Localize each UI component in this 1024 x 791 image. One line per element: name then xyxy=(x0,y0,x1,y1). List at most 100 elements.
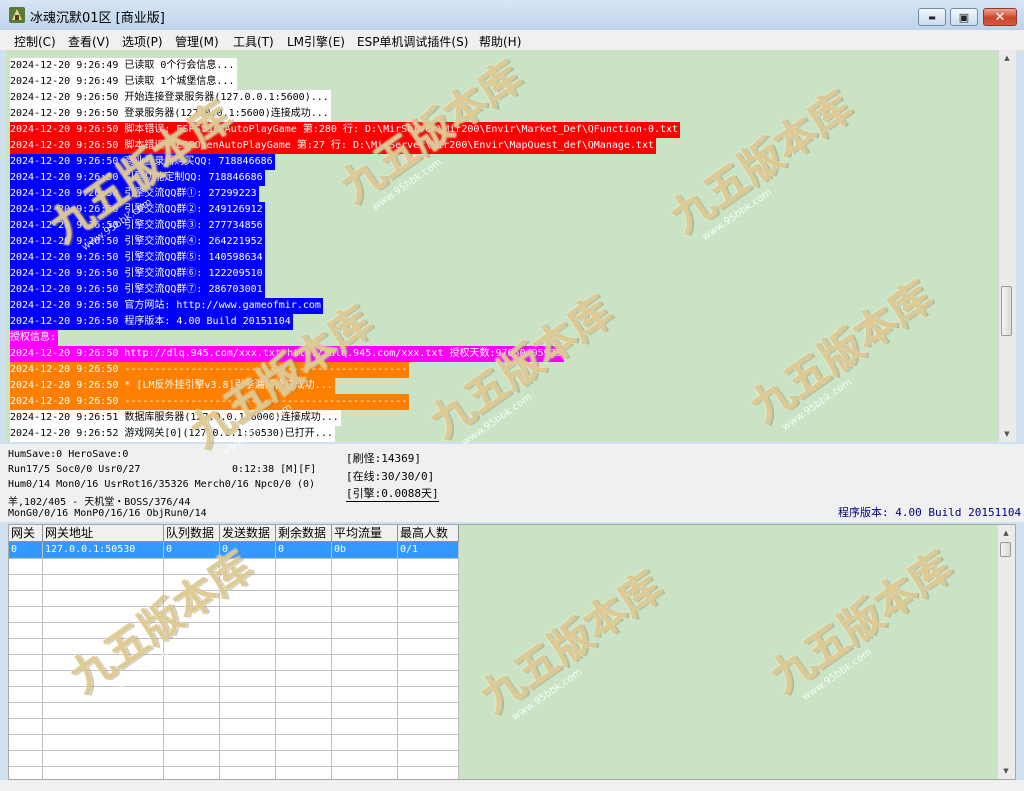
hum-stats: Hum0/14 Mon0/16 UsrRot16/35326 Merch0/16… xyxy=(8,479,316,490)
status-area: HumSave:0 HeroSave:0 Run17/5 Soc0/0 Usr0… xyxy=(0,444,1024,522)
app-icon xyxy=(9,7,25,23)
log-line: 2024-12-20 9:26:50 登录服务器(127.0.0.1:5600)… xyxy=(10,106,331,122)
cell-address: 127.0.0.1:50530 xyxy=(45,544,136,555)
col-sent[interactable]: 发送数据 xyxy=(220,525,276,542)
menu-view[interactable]: 查看(V) xyxy=(68,33,110,50)
status-strip xyxy=(0,780,1024,791)
grid-line xyxy=(9,734,459,735)
menu-control[interactable]: 控制(C) xyxy=(14,33,56,50)
col-address[interactable]: 网关地址 xyxy=(43,525,164,542)
version-label: 程序版本: 4.00 Build 20151104 xyxy=(838,506,1022,519)
grid-line xyxy=(331,542,332,779)
cell-remain: 0 xyxy=(278,544,285,555)
log-line: 2024-12-20 9:26:50 引擎功能定制QQ: 718846686 xyxy=(10,170,265,186)
grid-line xyxy=(458,542,459,779)
scroll-up-icon[interactable]: ▲ xyxy=(998,526,1014,540)
log-line: 2024-12-20 9:26:49 已读取 1个城堡信息... xyxy=(10,74,237,90)
grid-line xyxy=(9,670,459,671)
log-line: 2024-12-20 9:26:50 引擎交流QQ群③: 277734856 xyxy=(10,218,265,234)
gate-table: 网关 网关地址 队列数据 发送数据 剩余数据 平均流量 最高人数 0 127.0… xyxy=(9,525,459,779)
save-stats: HumSave:0 HeroSave:0 xyxy=(8,449,129,460)
col-queue[interactable]: 队列数据 xyxy=(164,525,220,542)
grid-line xyxy=(9,718,459,719)
scroll-thumb[interactable] xyxy=(1000,542,1011,557)
grid-line xyxy=(219,542,220,779)
close-button[interactable]: ✕ xyxy=(983,8,1017,26)
mon-stats: MonG0/0/16 MonP0/16/16 ObjRun0/14 xyxy=(8,508,207,519)
engine-days: [引擎:0.0088天] xyxy=(346,487,439,502)
scroll-thumb[interactable] xyxy=(1001,286,1012,336)
grid-line xyxy=(397,542,398,779)
menu-tools[interactable]: 工具(T) xyxy=(233,33,274,50)
log-line: 2024-12-20 9:26:50 * [LM反外挂引擎v3.8]引擎漏洞修复… xyxy=(10,378,335,394)
grid-line xyxy=(163,542,164,779)
log-line: 2024-12-20 9:26:50 商业登录器购买QQ: 718846686 xyxy=(10,154,275,170)
minimize-button[interactable]: ▬ xyxy=(918,8,946,26)
cell-gate: 0 xyxy=(11,544,18,555)
log-line: 2024-12-20 9:26:50 开始连接登录服务器(127.0.0.1:5… xyxy=(10,90,331,106)
log-line: 2024-12-20 9:26:50 ---------------------… xyxy=(10,394,410,410)
grid-line xyxy=(9,638,459,639)
table-scrollbar[interactable]: ▲ ▼ xyxy=(997,525,1015,779)
log-line: 2024-12-20 9:26:50 脚本错误: ESPStartAutoPla… xyxy=(10,122,681,138)
grid-line xyxy=(9,766,459,767)
grid-line xyxy=(9,574,459,575)
maximize-button[interactable]: ▣ xyxy=(950,8,978,26)
log-line: 2024-12-20 9:26:50 脚本错误: ESPOpenAutoPlay… xyxy=(10,138,656,154)
menu-esp-plugin[interactable]: ESP单机调试插件(S) xyxy=(357,33,468,50)
scroll-down-icon[interactable]: ▼ xyxy=(999,427,1015,441)
cell-queue: 0 xyxy=(166,544,173,555)
menu-options[interactable]: 选项(P) xyxy=(122,33,163,50)
refresh-count: [刷怪:14369] xyxy=(346,452,421,465)
title-bar[interactable]: 冰魂沉默01区 [商业版] ▬ ▣ ✕ xyxy=(0,0,1024,30)
col-gate[interactable]: 网关 xyxy=(9,525,43,542)
log-line: 2024-12-20 9:26:50 官方网站: http://www.game… xyxy=(10,298,323,314)
cell-sent: 0 xyxy=(222,544,229,555)
menu-lm-engine[interactable]: LM引擎(E) xyxy=(287,33,345,50)
grid-line xyxy=(9,590,459,591)
log-line: 授权信息: xyxy=(10,330,59,346)
grid-line xyxy=(9,750,459,751)
log-line: 2024-12-20 9:26:50 程序版本: 4.00 Build 2015… xyxy=(10,314,293,330)
grid-line xyxy=(9,622,459,623)
log-line: 2024-12-20 9:26:50 引擎交流QQ群⑦: 286703001 xyxy=(10,282,265,298)
cell-traffic: 0b xyxy=(334,544,347,555)
log-scrollbar[interactable]: ▲ ▼ xyxy=(998,50,1016,442)
gate-table-panel[interactable]: 网关 网关地址 队列数据 发送数据 剩余数据 平均流量 最高人数 0 127.0… xyxy=(8,524,1016,780)
log-line: 2024-12-20 9:26:50 ---------------------… xyxy=(10,362,410,378)
log-line: 2024-12-20 9:26:52 游戏网关[0](127.0.0.1:505… xyxy=(10,426,335,442)
log-line: 2024-12-20 9:26:50 引擎交流QQ群⑤: 140598634 xyxy=(10,250,265,266)
close-icon: ✕ xyxy=(994,9,1006,25)
scroll-up-icon[interactable]: ▲ xyxy=(999,51,1015,65)
col-max-users[interactable]: 最高人数 xyxy=(398,525,459,542)
boss-stats: 羊,102/405 - 天机堂・BOSS/376/44 xyxy=(8,497,191,508)
grid-line xyxy=(42,542,43,779)
log-panel[interactable]: 2024-12-20 9:26:49 已读取 0个行会信息... 2024-12-… xyxy=(6,50,1016,442)
online-count: [在线:30/30/0] xyxy=(346,470,435,483)
log-line: 2024-12-20 9:26:50 引擎交流QQ群④: 264221952 xyxy=(10,234,265,250)
log-line: 2024-12-20 9:26:50 引擎交流QQ群①: 27299223 xyxy=(10,186,259,202)
log-line: 2024-12-20 9:26:50 引擎交流QQ群⑥: 122209510 xyxy=(10,266,265,282)
grid-line xyxy=(9,686,459,687)
log-line: 2024-12-20 9:26:50 引擎交流QQ群②: 249126912 xyxy=(10,202,265,218)
log-line: 2024-12-20 9:26:51 数据库服务器(127.0.0.1:6000… xyxy=(10,410,341,426)
grid-line xyxy=(9,702,459,703)
cell-max-users: 0/1 xyxy=(400,544,419,555)
uptime-timer: 0:12:38 [M][F] xyxy=(232,464,317,475)
menu-manage[interactable]: 管理(M) xyxy=(175,33,219,50)
scroll-down-icon[interactable]: ▼ xyxy=(998,764,1014,778)
run-stats: Run17/5 Soc0/0 Usr0/27 xyxy=(8,464,141,475)
col-traffic[interactable]: 平均流量 xyxy=(332,525,398,542)
window-title: 冰魂沉默01区 [商业版] xyxy=(30,11,165,26)
grid-line xyxy=(275,542,276,779)
grid-line xyxy=(9,654,459,655)
menu-bar: 控制(C) 查看(V) 选项(P) 管理(M) 工具(T) LM引擎(E) ES… xyxy=(0,30,1024,51)
grid-line xyxy=(9,558,459,559)
maximize-icon: ▣ xyxy=(958,10,970,24)
col-remain[interactable]: 剩余数据 xyxy=(276,525,332,542)
log-line: 2024-12-20 9:26:50 http://dlq.945.com/xx… xyxy=(10,346,564,362)
log-line: 2024-12-20 9:26:49 已读取 0个行会信息... xyxy=(10,58,237,74)
minimize-icon: ▬ xyxy=(928,12,936,22)
grid-line xyxy=(9,606,459,607)
menu-help[interactable]: 帮助(H) xyxy=(479,33,521,50)
